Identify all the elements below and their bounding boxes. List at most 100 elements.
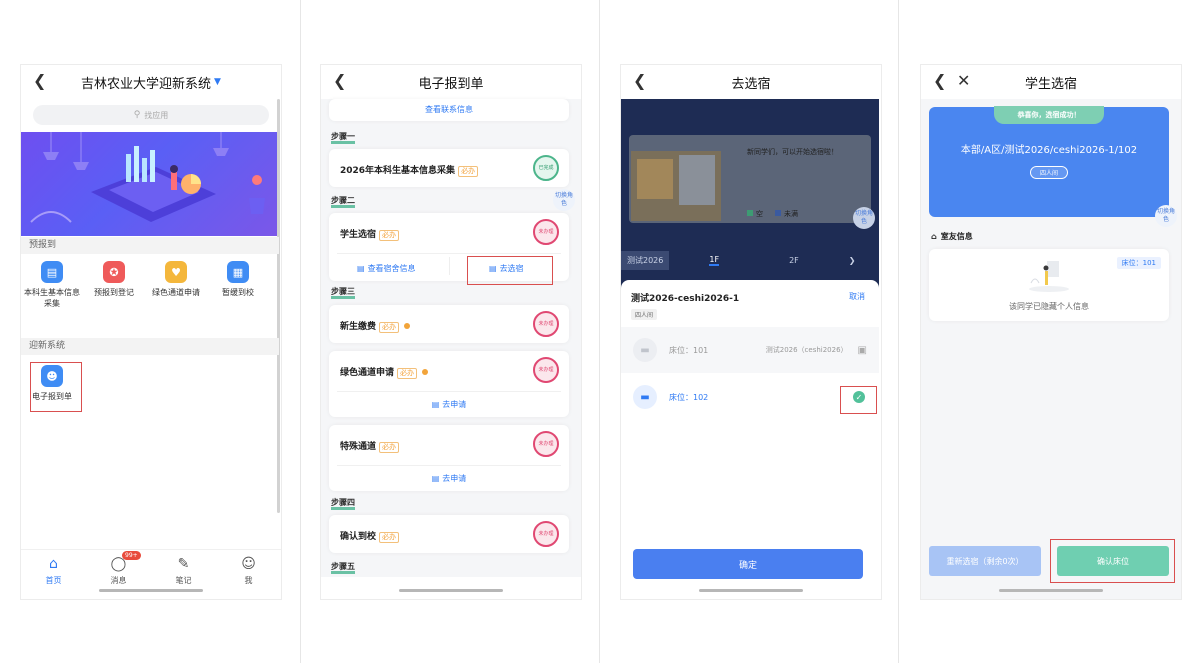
back-icon[interactable]: ❮ [933,71,946,91]
occupant: 测试2026（ceshi2026） [765,346,848,354]
bed-label: 床位：102 [669,392,709,402]
check-icon[interactable]: ✓ [853,391,865,403]
user-card-icon: ☻ [41,365,63,387]
tab-label: 我 [244,576,253,585]
warning-dot [422,369,429,375]
reselect-button[interactable]: 重新选宿（剩余0次） [929,546,1041,576]
card-dorm-select: 学生选宿 必办 未办理 ▤ 查看宿舍信息 ▤ 去选宿 [329,213,569,281]
app-green-channel[interactable]: ♥ 绿色通道申请 [145,261,207,309]
step-4-label: 步骤四 [331,497,355,510]
document-icon: ▤ [431,474,440,483]
card-title: 学生选宿 必办 [340,227,400,241]
room-type-tag: 四人间 [1030,166,1068,179]
switch-role-button[interactable]: 切换角色 [1155,205,1177,227]
app-label: 电子报到单 [32,392,72,401]
cancel-button[interactable]: 取消 [849,291,865,302]
card-basic-info[interactable]: 2026年本科生基本信息采集 必办 已完成 [329,149,569,187]
dorm-photo [631,151,721,221]
page-title: 吉林农业大学迎新系统 [81,76,212,92]
card-title: 绿色通道申请 必办 [340,365,429,379]
app-defer[interactable]: ▦ 暂缓到校 [207,261,269,309]
home-indicator [999,589,1103,592]
section-pre-registration: 预报到 [21,237,279,254]
tab-home[interactable]: ⌂ 首页 [21,550,86,599]
step-1-label: 步骤一 [331,131,355,144]
person-icon: ☺ [241,556,256,572]
header: ❮ 电子报到单 [321,65,581,99]
card-fee-payment[interactable]: 新生缴费 必办 未办理 [329,305,569,343]
divider [337,253,561,254]
status-stamp: 未办理 [533,521,559,547]
app-pre-register[interactable]: ✪ 预报到登记 [83,261,145,309]
notice-text: 新同学们，可以开始选宿啦！ [747,148,838,156]
apply-button[interactable]: ▤ 去申请 [329,399,569,410]
unread-badge: 99+ [122,551,141,560]
status-stamp: 未办理 [533,431,559,457]
bed-label: 床位：101 [669,345,709,355]
contact-card: 查看联系信息 [329,99,569,121]
search-icon: ⚲ [133,110,141,120]
legend-full: 未满 [775,209,798,219]
bed-icon: ▬ [633,385,657,409]
confirm-button[interactable]: 确定 [633,549,863,579]
tab-me[interactable]: ☺ 我 [216,550,281,599]
app-label: 预报到登记 [94,288,134,297]
view-dorm-button[interactable]: ▤ 查看宿舍信息 [357,263,416,274]
building-icon: ▦ [227,261,249,283]
contact-link[interactable]: 查看联系信息 [329,104,569,115]
back-icon[interactable]: ❮ [333,71,346,91]
section-welcome-system: 迎新系统 [21,338,279,355]
close-icon[interactable]: ✕ [957,71,970,91]
banner-illustration [30,132,265,223]
card-special-channel: 特殊通道 必办 未办理 ▤ 去申请 [329,425,569,491]
back-icon[interactable]: ❮ [33,71,46,91]
home-icon: ⌂ [931,232,937,241]
floor-tab-1f[interactable]: 1F [709,255,720,266]
required-tag: 必办 [397,368,418,379]
apply-button[interactable]: ▤ 去申请 [329,473,569,484]
roommates-header: ⌂ 室友信息 [931,232,973,241]
status-stamp: 未办理 [533,219,559,245]
banner-image [21,132,279,236]
walk-icon: ✪ [103,261,125,283]
confirm-bed-button[interactable]: 确认床位 [1057,546,1169,576]
switch-role-button[interactable]: 切换角色 [853,207,875,229]
phone-dorm-result: ❮ ✕ 学生选宿 恭喜你，选宿成功！ 本部/A区/测试2026/ceshi202… [920,64,1182,600]
home-indicator [699,589,803,592]
building-tabs: 测试2026 1F 2F ❯ [621,249,879,271]
tab-label: 笔记 [175,576,192,585]
chevron-right-icon[interactable]: ❯ [849,256,856,265]
document-icon: ▤ [357,264,365,273]
room-name: 测试2026-ceshi2026-1 [631,294,740,304]
page-title: 学生选宿 [1024,76,1077,92]
app-e-registration[interactable]: ☻ 电子报到单 [21,365,83,402]
system-apps: ☻ 电子报到单 [21,365,279,402]
tab-label: 首页 [45,576,62,585]
header: ❮ 去选宿 [621,65,881,99]
header: ❮ ✕ 学生选宿 [921,65,1181,99]
app-basic-info[interactable]: ▤ 本科生基本信息采集 [21,261,83,309]
home-indicator [399,589,503,592]
card-confirm-arrival[interactable]: 确认到校 必办 未办理 [329,515,569,553]
home-indicator [99,589,203,592]
screen-1: ❮ 吉林农业大学迎新系统 ▼ ⚲ 找应用 预报到 ▤ 本科生基本信息采集 ✪ 预… [0,0,300,663]
document-icon: ▤ [41,261,63,283]
page-title: 电子报到单 [418,76,484,92]
dorm-background: 新同学们，可以开始选宿啦！ 空 未满 切换角色 测试2026 1F 2F ❯ [621,99,879,289]
lock-icon: ▣ [857,344,867,356]
success-ribbon: 恭喜你，选宿成功！ [994,106,1104,124]
building-tab[interactable]: 测试2026 [621,250,670,270]
switch-role-button[interactable]: 切换角色 [553,189,575,211]
search-placeholder: 找应用 [144,110,169,120]
select-dorm-button[interactable]: ▤ 去选宿 [489,263,524,274]
phone-select-dorm: ❮ 去选宿 新同学们，可以开始选宿啦！ 空 未满 切换角色 测试2026 1F … [620,64,882,600]
floor-tab-2f[interactable]: 2F [789,256,799,265]
bed-row-101: ▬ 床位：101 测试2026（ceshi2026） ▣ [621,327,879,373]
bed-select-sheet: 测试2026-ceshi2026-1 取消 四人间 ▬ 床位：101 测试202… [621,280,879,599]
chevron-down-icon[interactable]: ▼ [214,77,221,87]
back-icon[interactable]: ❮ [633,71,646,91]
bed-row-102[interactable]: ▬ 床位：102 ✓ [621,374,879,420]
screen-3: ❮ 去选宿 新同学们，可以开始选宿啦！ 空 未满 切换角色 测试2026 1F … [600,0,900,663]
legend-empty: 空 [747,209,763,219]
search-input[interactable]: ⚲ 找应用 [33,105,269,125]
